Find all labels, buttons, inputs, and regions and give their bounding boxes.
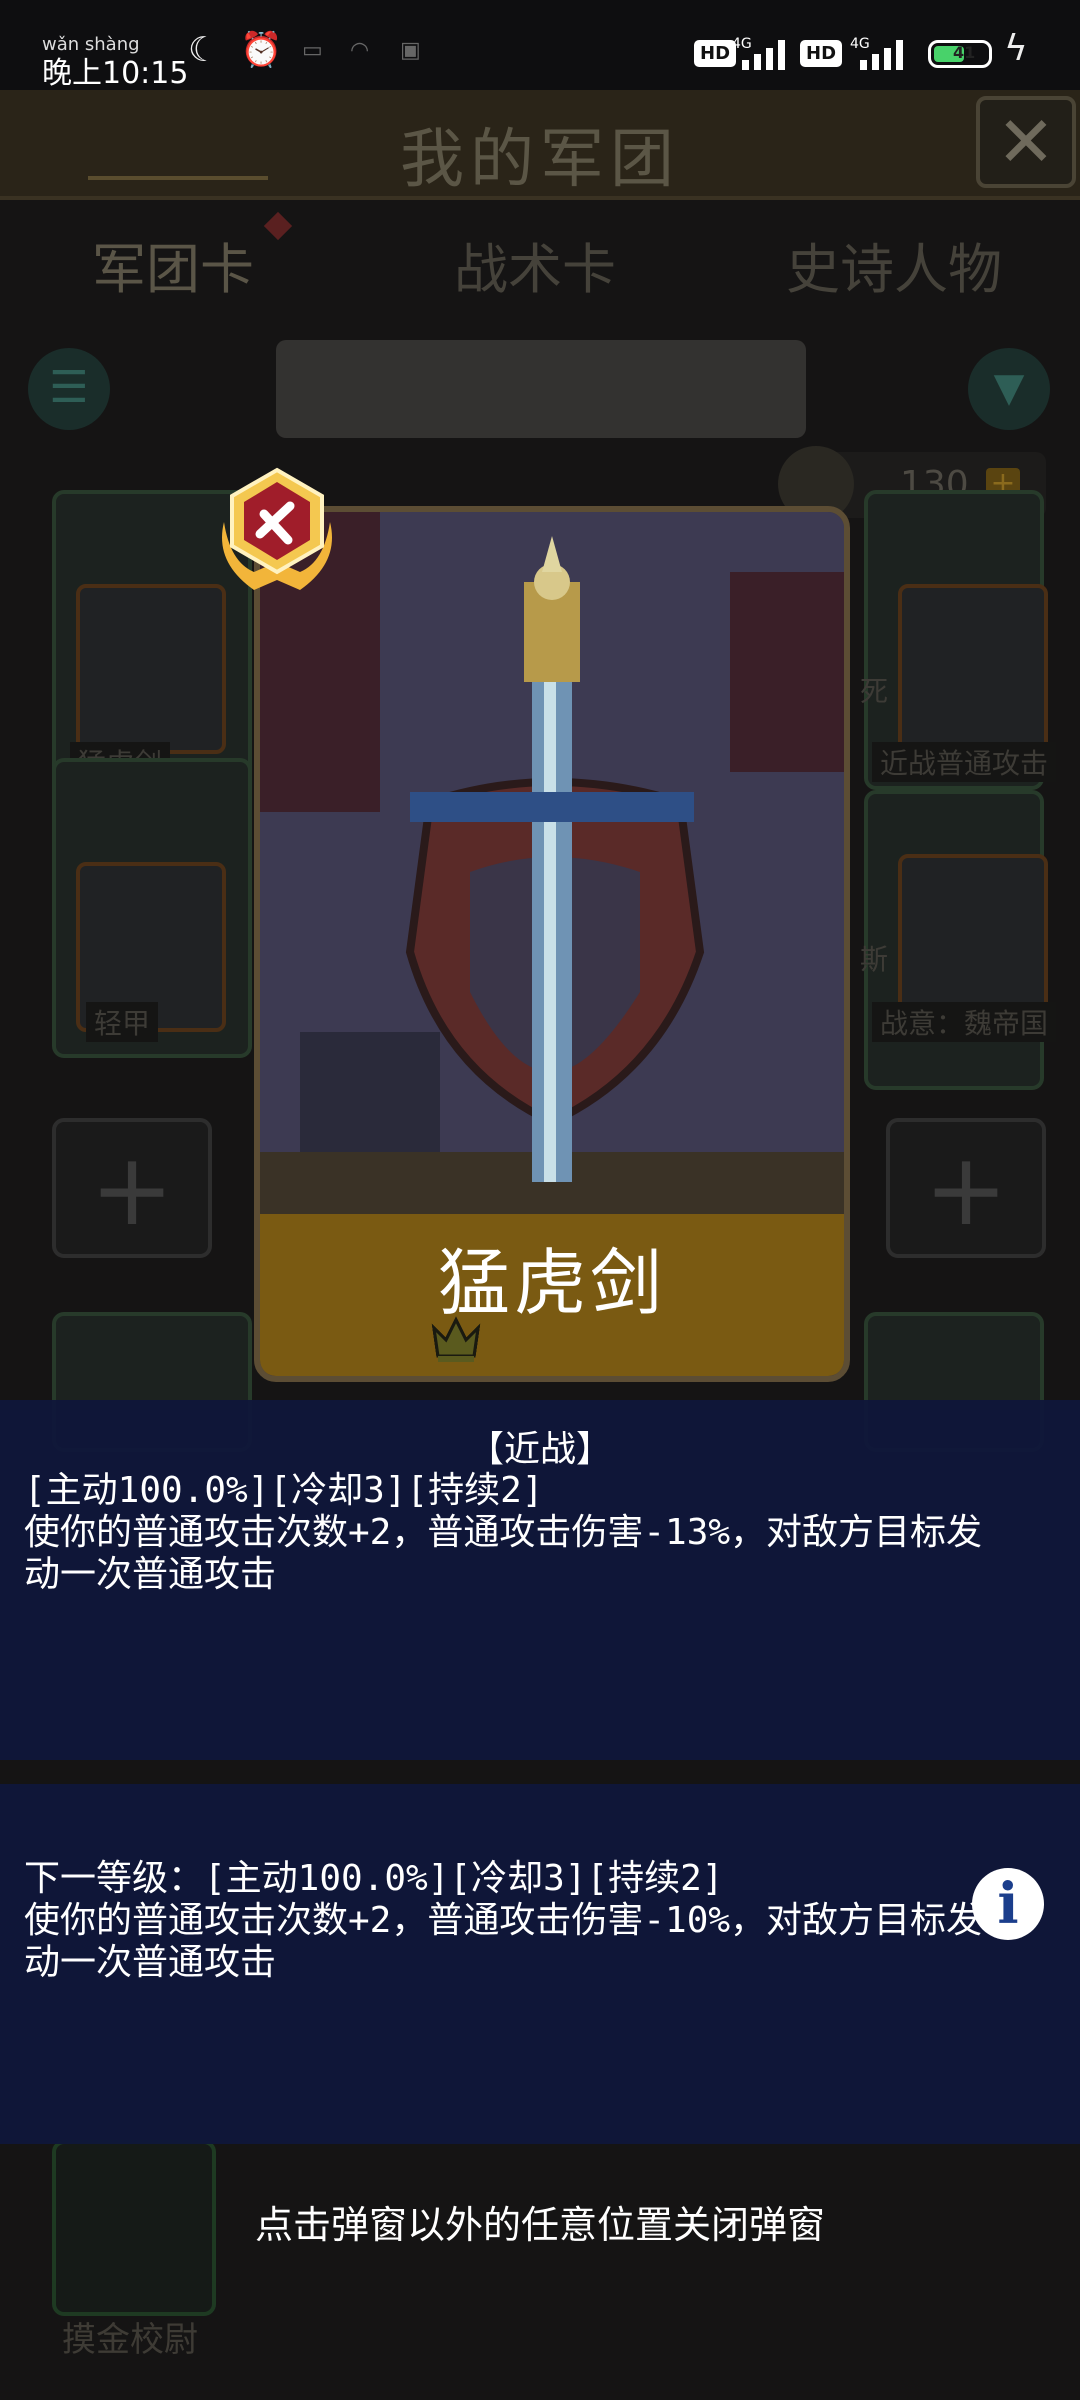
card-name: 猛虎剑 xyxy=(437,1241,666,1325)
card-artwork xyxy=(260,512,844,1216)
battery-level: 41 xyxy=(953,43,976,62)
notification-icon: ▭ xyxy=(302,38,323,63)
skill-description: [主动100.0%][冷却3][持续2] 使你的普通攻击次数+2，普通攻击伤害-… xyxy=(24,1470,983,1595)
add-card-slot[interactable]: + xyxy=(52,1118,212,1258)
skill-category: 【近战】 xyxy=(467,1429,612,1470)
close-icon[interactable]: ✕ xyxy=(976,96,1076,188)
moon-icon: ☾ xyxy=(188,30,219,70)
card-label: 死 xyxy=(860,675,889,708)
notification-icon: ◠ xyxy=(350,38,370,63)
tab-bar: 军团卡 战术卡 史诗人物 xyxy=(0,225,1080,315)
page-title: 我的军团 xyxy=(400,123,680,197)
tab-tactic-cards[interactable]: 战术卡 xyxy=(454,225,616,304)
search-input[interactable] xyxy=(276,340,806,438)
card-label: 战意：魏帝国 xyxy=(872,1002,1057,1042)
sword-shield-badge-icon xyxy=(222,467,332,590)
status-time: 晚上10:15 xyxy=(42,56,189,91)
card-label: 轻甲 xyxy=(86,1002,159,1042)
crown-empty-icon xyxy=(431,1316,481,1362)
info-icon[interactable]: i xyxy=(972,1868,1044,1940)
hd-badge: HD xyxy=(800,40,843,67)
card-label: 近战普通攻击 xyxy=(872,742,1057,782)
signal-icon xyxy=(740,38,792,70)
notification-icon: ▣ xyxy=(400,38,421,63)
signal-icon xyxy=(858,38,910,70)
filter-icon[interactable]: ▼ xyxy=(968,348,1050,430)
card-label: 摸金校尉 xyxy=(62,2320,198,2360)
skill-popup-next-level: 下一等级：[主动100.0%][冷却3][持续2] 使你的普通攻击次数+2，普通… xyxy=(0,1784,1080,2144)
card-label: 斯 xyxy=(860,943,889,976)
tab-legion-cards[interactable]: 军团卡 xyxy=(92,225,254,304)
tab-epic-characters[interactable]: 史诗人物 xyxy=(786,225,1002,304)
list-menu-icon[interactable]: ☰ xyxy=(28,348,110,430)
battery-icon: 41 xyxy=(928,40,992,68)
hd-badge: HD xyxy=(694,40,737,67)
card-banner: 猛虎剑 xyxy=(260,1214,844,1376)
add-card-slot[interactable]: + xyxy=(886,1118,1046,1258)
header-bar: 我的军团 ✕ xyxy=(0,90,1080,200)
tab-indicator xyxy=(88,176,268,180)
status-bar: wǎn shàng 晚上10:15 ☾ ⏰ ▭ ◠ ▣ HD 4G HD 4G … xyxy=(0,0,1080,91)
next-level-description: 下一等级：[主动100.0%][冷却3][持续2] 使你的普通攻击次数+2，普通… xyxy=(24,1858,983,1983)
featured-card[interactable]: 猛虎剑 xyxy=(254,506,850,1382)
close-hint: 点击弹窗以外的任意位置关闭弹窗 xyxy=(254,2203,825,2247)
alarm-icon: ⏰ xyxy=(240,30,283,70)
skill-popup-current: 【近战】 [主动100.0%][冷却3][持续2] 使你的普通攻击次数+2，普通… xyxy=(0,1400,1080,1760)
charging-icon: ϟ xyxy=(1004,28,1028,69)
